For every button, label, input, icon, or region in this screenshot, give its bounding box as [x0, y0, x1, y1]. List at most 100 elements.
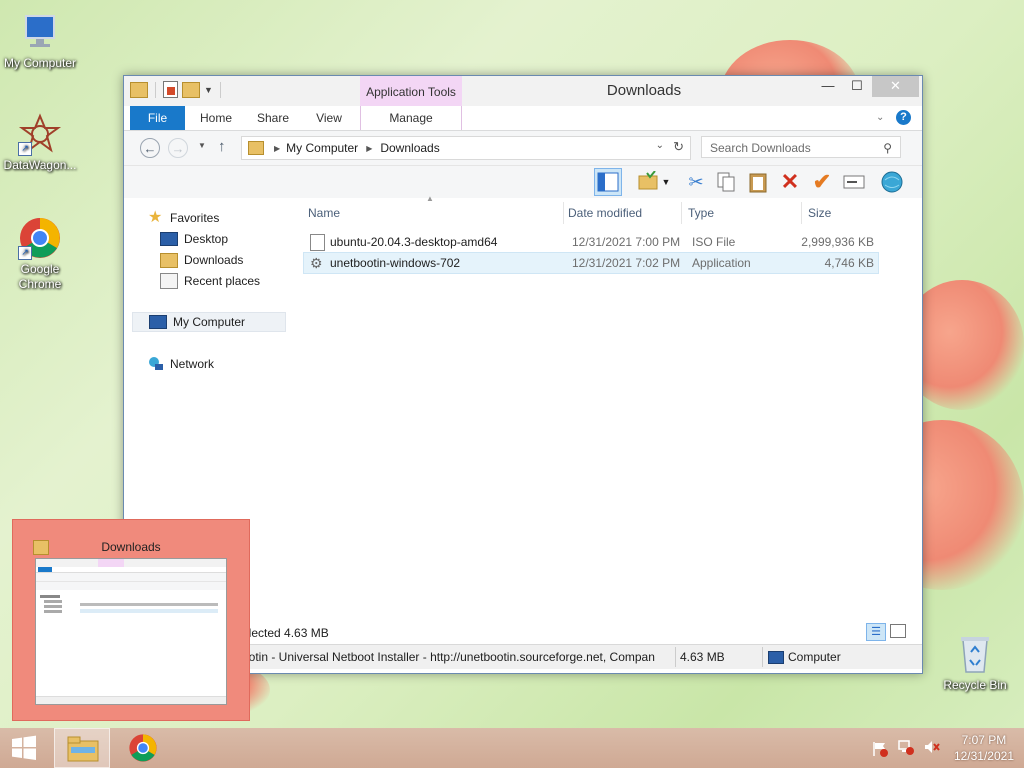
- start-button[interactable]: [0, 728, 48, 768]
- delete-icon[interactable]: ✕: [776, 168, 804, 196]
- nav-my-computer[interactable]: My Computer: [132, 312, 286, 332]
- action-center-flag-icon[interactable]: [872, 741, 888, 757]
- cut-icon[interactable]: ✂: [682, 168, 710, 196]
- file-date: 12/31/2021 7:02 PM: [572, 256, 681, 270]
- taskbar-thumbnail-preview[interactable]: Downloads: [12, 519, 250, 721]
- shortcut-arrow-icon: ↗: [18, 246, 32, 260]
- title-bar[interactable]: ▼ Application Tools Downloads — ☐ ✕: [124, 76, 922, 106]
- taskbar-google-chrome[interactable]: [115, 728, 171, 768]
- clock-time: 7:07 PM: [961, 733, 1007, 747]
- folder-icon[interactable]: [130, 81, 148, 98]
- minimize-button[interactable]: —: [814, 76, 842, 97]
- chevron-right-icon[interactable]: ▶: [366, 144, 372, 153]
- checkmark-icon[interactable]: ✔: [808, 168, 836, 196]
- address-bar[interactable]: ▶ My Computer ▶ Downloads ⌄ ↻: [241, 136, 691, 160]
- desktop-icon: [160, 232, 178, 246]
- network-icon: [148, 356, 164, 372]
- preview-pane-icon[interactable]: [594, 168, 622, 196]
- search-input[interactable]: Search Downloads ⚲: [701, 136, 901, 158]
- column-header-date-modified[interactable]: Date modified: [562, 202, 682, 224]
- chevron-down-icon[interactable]: ▼: [198, 141, 206, 150]
- computer-icon: [768, 651, 784, 664]
- divider: [762, 647, 763, 667]
- downloads-folder-icon: [160, 252, 178, 268]
- up-arrow-icon[interactable]: ↑: [218, 138, 226, 155]
- column-header-name[interactable]: Name: [302, 202, 564, 224]
- chevron-down-icon[interactable]: ⌄: [656, 140, 664, 151]
- tab-manage[interactable]: Manage: [360, 106, 462, 130]
- nav-downloads[interactable]: Downloads: [160, 250, 316, 270]
- nav-network[interactable]: Network: [148, 354, 304, 374]
- paste-icon[interactable]: [744, 168, 772, 196]
- tab-home[interactable]: Home: [192, 106, 240, 130]
- quick-access-toolbar: ▼: [130, 81, 224, 98]
- details-view-icon[interactable]: ☰: [866, 623, 886, 641]
- large-icons-view-icon[interactable]: [890, 624, 906, 638]
- back-button[interactable]: ←: [140, 138, 160, 158]
- disc-image-icon: [310, 234, 325, 251]
- file-type: ISO File: [692, 235, 736, 249]
- breadcrumb-my-computer[interactable]: My Computer: [286, 141, 358, 155]
- forward-button[interactable]: →: [168, 138, 188, 158]
- system-tray: [872, 728, 940, 768]
- unetbootin-icon: ⚙: [310, 255, 323, 271]
- application-tools-context-tab: Application Tools: [360, 76, 462, 106]
- nav-recent-places[interactable]: Recent places: [160, 271, 316, 291]
- tab-share[interactable]: Share: [248, 106, 298, 130]
- properties-icon[interactable]: [163, 81, 178, 98]
- computer-icon: [149, 315, 167, 329]
- selection-status: elected 4.63 MB: [242, 626, 329, 640]
- chevron-down-icon[interactable]: ▼: [658, 168, 674, 196]
- globe-icon[interactable]: [878, 168, 906, 196]
- file-type: Application: [692, 256, 751, 270]
- file-row[interactable]: ubuntu-20.04.3-desktop-amd64 12/31/2021 …: [304, 232, 878, 252]
- file-list: ▲ Name Date modified Type Size ubuntu-20…: [294, 194, 914, 638]
- recycle-bin-icon: [953, 632, 997, 676]
- window-thumbnail: [35, 558, 227, 705]
- taskbar-file-explorer[interactable]: [54, 728, 110, 768]
- chevron-down-icon[interactable]: ▼: [204, 85, 213, 95]
- desktop-icon-recycle-bin[interactable]: Recycle Bin: [935, 632, 1015, 693]
- column-header-type[interactable]: Type: [682, 202, 802, 224]
- file-size: 2,999,936 KB: [801, 235, 874, 249]
- datawagon-icon: ↗: [18, 112, 62, 156]
- nav-favorites[interactable]: ★ Favorites: [148, 208, 304, 228]
- folder-icon: [33, 540, 49, 555]
- desktop-icon-my-computer[interactable]: My Computer: [0, 10, 80, 71]
- desktop-icon-datawagon[interactable]: ↗ DataWagon...: [0, 112, 80, 173]
- divider: [675, 647, 676, 667]
- close-button[interactable]: ✕: [872, 76, 919, 97]
- file-row[interactable]: ⚙ unetbootin-windows-702 12/31/2021 7:02…: [303, 252, 879, 274]
- copy-icon[interactable]: [712, 168, 740, 196]
- new-folder-icon[interactable]: [182, 81, 200, 98]
- folder-icon: [248, 141, 264, 155]
- column-header-size[interactable]: Size: [802, 202, 882, 224]
- maximize-button[interactable]: ☐: [843, 76, 871, 97]
- computer-icon: [18, 10, 62, 54]
- tab-view[interactable]: View: [306, 106, 352, 130]
- window-title: Downloads: [606, 82, 682, 99]
- refresh-icon[interactable]: ↻: [673, 139, 684, 155]
- breadcrumb-downloads[interactable]: Downloads: [380, 141, 439, 155]
- command-toolbar: ▼ ✂ ✕ ✔: [124, 166, 922, 198]
- file-description: ootin - Universal Netboot Installer - ht…: [242, 650, 655, 664]
- nav-desktop[interactable]: Desktop: [160, 229, 316, 249]
- clock-date: 12/31/2021: [953, 749, 1014, 763]
- rename-icon[interactable]: [840, 168, 868, 196]
- taskbar: 7:07 PM 12/31/2021: [0, 728, 1024, 768]
- system-clock[interactable]: 7:07 PM 12/31/2021: [954, 732, 1014, 764]
- network-status-icon[interactable]: [898, 739, 914, 758]
- preview-title: Downloads: [101, 540, 161, 554]
- desktop-icon-google-chrome[interactable]: ↗ Google Chrome: [0, 216, 80, 292]
- search-icon[interactable]: ⚲: [883, 137, 892, 159]
- tab-file[interactable]: File: [130, 106, 185, 130]
- help-icon[interactable]: ?: [896, 110, 911, 125]
- chevron-down-icon[interactable]: ⌄: [876, 112, 884, 123]
- file-name: ubuntu-20.04.3-desktop-amd64: [330, 235, 498, 249]
- recent-places-icon: [160, 273, 178, 289]
- chevron-right-icon[interactable]: ▶: [274, 144, 280, 153]
- file-date: 12/31/2021 7:00 PM: [572, 235, 681, 249]
- volume-muted-icon[interactable]: [924, 739, 940, 758]
- chrome-icon: ↗: [18, 216, 62, 260]
- file-size-detail: 4.63 MB: [680, 650, 725, 664]
